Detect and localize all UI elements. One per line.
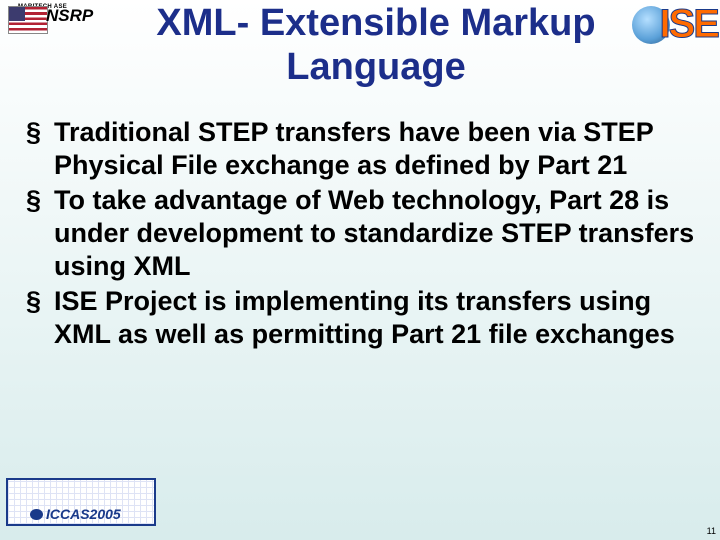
- ise-label: ISE: [660, 2, 718, 47]
- iccas-logo: ICCAS2005: [6, 478, 156, 526]
- us-flag-icon: [8, 6, 48, 34]
- disc-icon: [30, 508, 43, 519]
- body-content: Traditional STEP transfers have been via…: [24, 116, 696, 353]
- bullet-list: Traditional STEP transfers have been via…: [24, 116, 696, 351]
- bullet-item: Traditional STEP transfers have been via…: [24, 116, 696, 182]
- ise-logo: ISE: [632, 2, 718, 47]
- page-title: XML- Extensible Markup Language: [112, 2, 640, 89]
- iccas-label: ICCAS2005: [46, 506, 121, 522]
- bullet-item: ISE Project is implementing its transfer…: [24, 285, 696, 351]
- page-number: 11: [707, 526, 716, 536]
- nsrp-label: NSRP: [46, 6, 93, 26]
- nsrp-logo: MARITECH ASE NSRP: [8, 6, 104, 54]
- slide: MARITECH ASE NSRP ISE XML- Extensible Ma…: [0, 0, 720, 540]
- iccas-label-wrap: ICCAS2005: [30, 506, 121, 522]
- bullet-item: To take advantage of Web technology, Par…: [24, 184, 696, 283]
